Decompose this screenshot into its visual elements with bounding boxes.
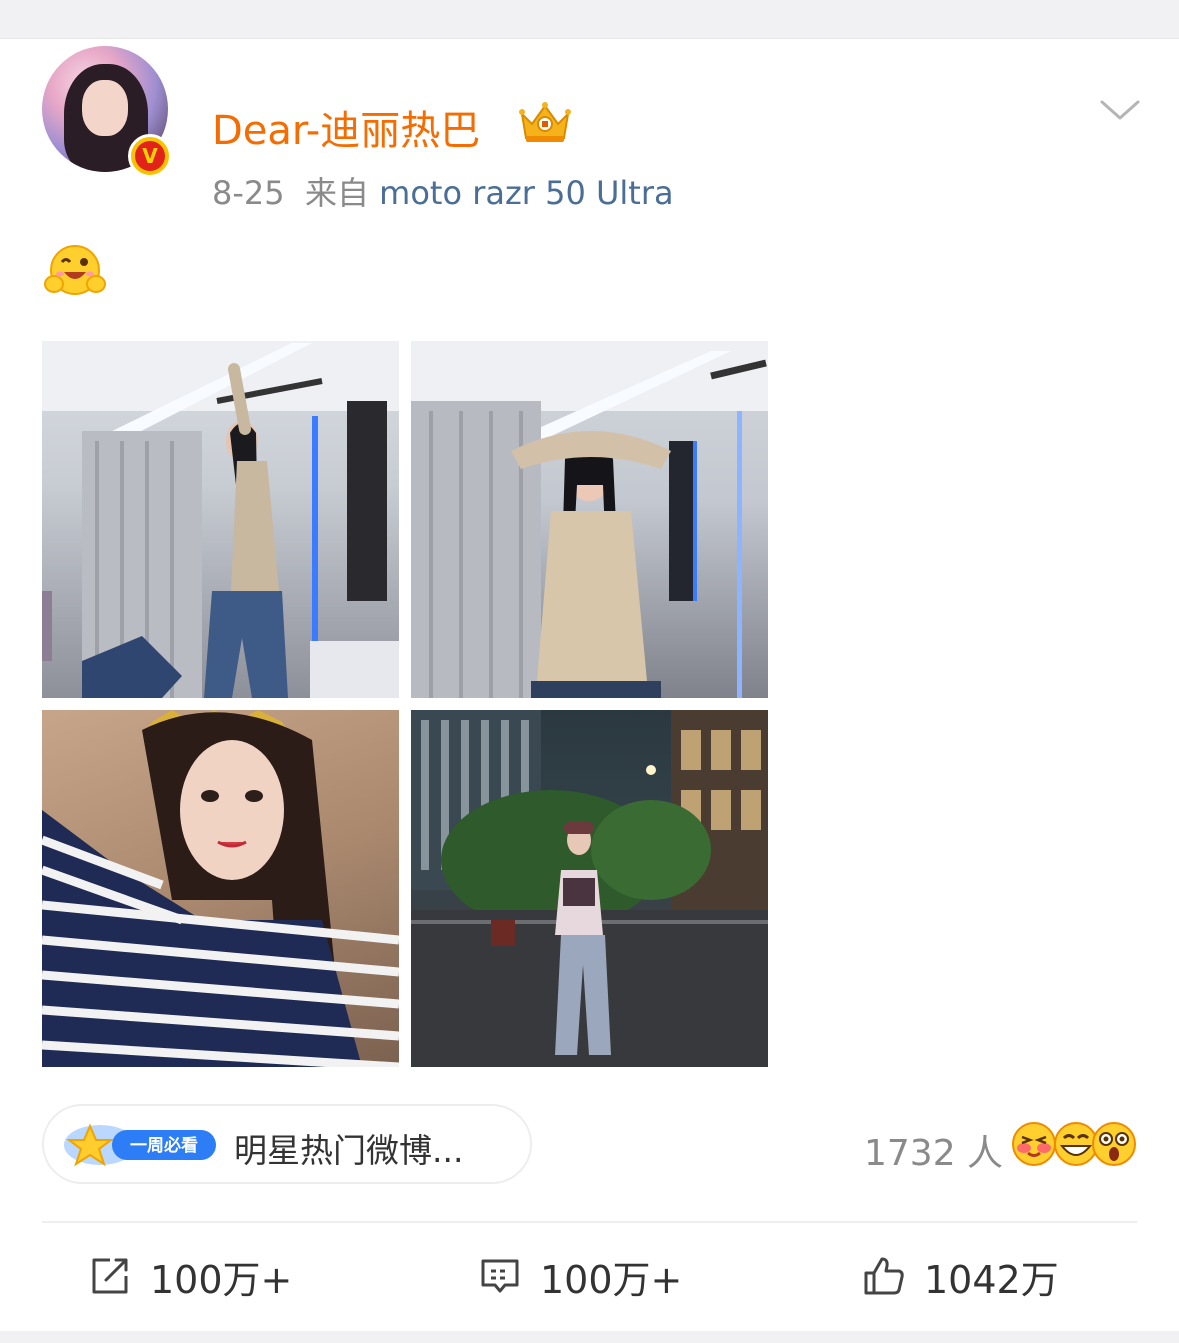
like-count: 1042万 bbox=[924, 1257, 1059, 1302]
photo-pose-hands-on-head-scene bbox=[411, 341, 768, 698]
shocked-emoji-icon[interactable] bbox=[1090, 1120, 1138, 1168]
crown-member-icon bbox=[519, 102, 571, 142]
topic-tag-pill[interactable]: 一周必看 明星热门微博... bbox=[42, 1104, 532, 1184]
photo-night-street-scene bbox=[411, 710, 768, 1067]
post-meta: 8-25 来自 moto razr 50 Ultra bbox=[212, 168, 674, 214]
post-date: 8-25 bbox=[212, 174, 285, 212]
comment-icon bbox=[481, 1259, 519, 1293]
chevron-down-icon[interactable] bbox=[1098, 96, 1142, 124]
avatar-face bbox=[82, 80, 128, 136]
photo-selfie-striped-shirt[interactable] bbox=[42, 710, 399, 1067]
repost-count: 100万+ bbox=[150, 1257, 293, 1302]
weekly-must-see-badge-icon: 一周必看 bbox=[64, 1123, 216, 1167]
photo-night-street[interactable] bbox=[411, 710, 768, 1067]
happy-hugging-emoji-icon bbox=[44, 245, 106, 295]
photo-pose-arm-raised[interactable] bbox=[42, 341, 399, 698]
topic-tag-text: 明星热门微博... bbox=[234, 1131, 464, 1170]
tag-badge-label: 一周必看 bbox=[130, 1135, 198, 1156]
repost-button[interactable]: 100万+ bbox=[88, 1250, 292, 1302]
thumbs-up-icon bbox=[864, 1257, 904, 1295]
repost-icon bbox=[92, 1258, 128, 1294]
like-button[interactable]: 1042万 bbox=[862, 1250, 1059, 1302]
device-source-link[interactable]: moto razr 50 Ultra bbox=[379, 174, 673, 212]
photo-pose-hands-on-head[interactable] bbox=[411, 341, 768, 698]
source-prefix: 来自 bbox=[304, 174, 369, 212]
username[interactable]: Dear-迪丽热巴 bbox=[212, 98, 480, 156]
blushing-emoji-icon[interactable] bbox=[1010, 1120, 1058, 1168]
action-bar-divider bbox=[42, 1221, 1137, 1223]
reaction-count[interactable]: 1732 人 bbox=[864, 1124, 1003, 1176]
photo-selfie-striped-shirt-scene bbox=[42, 710, 399, 1067]
verified-v-badge-icon: V bbox=[128, 134, 172, 178]
comment-count: 100万+ bbox=[540, 1257, 683, 1302]
comment-button[interactable]: 100万+ bbox=[478, 1250, 682, 1302]
photo-pose-arm-raised-scene bbox=[42, 341, 399, 698]
